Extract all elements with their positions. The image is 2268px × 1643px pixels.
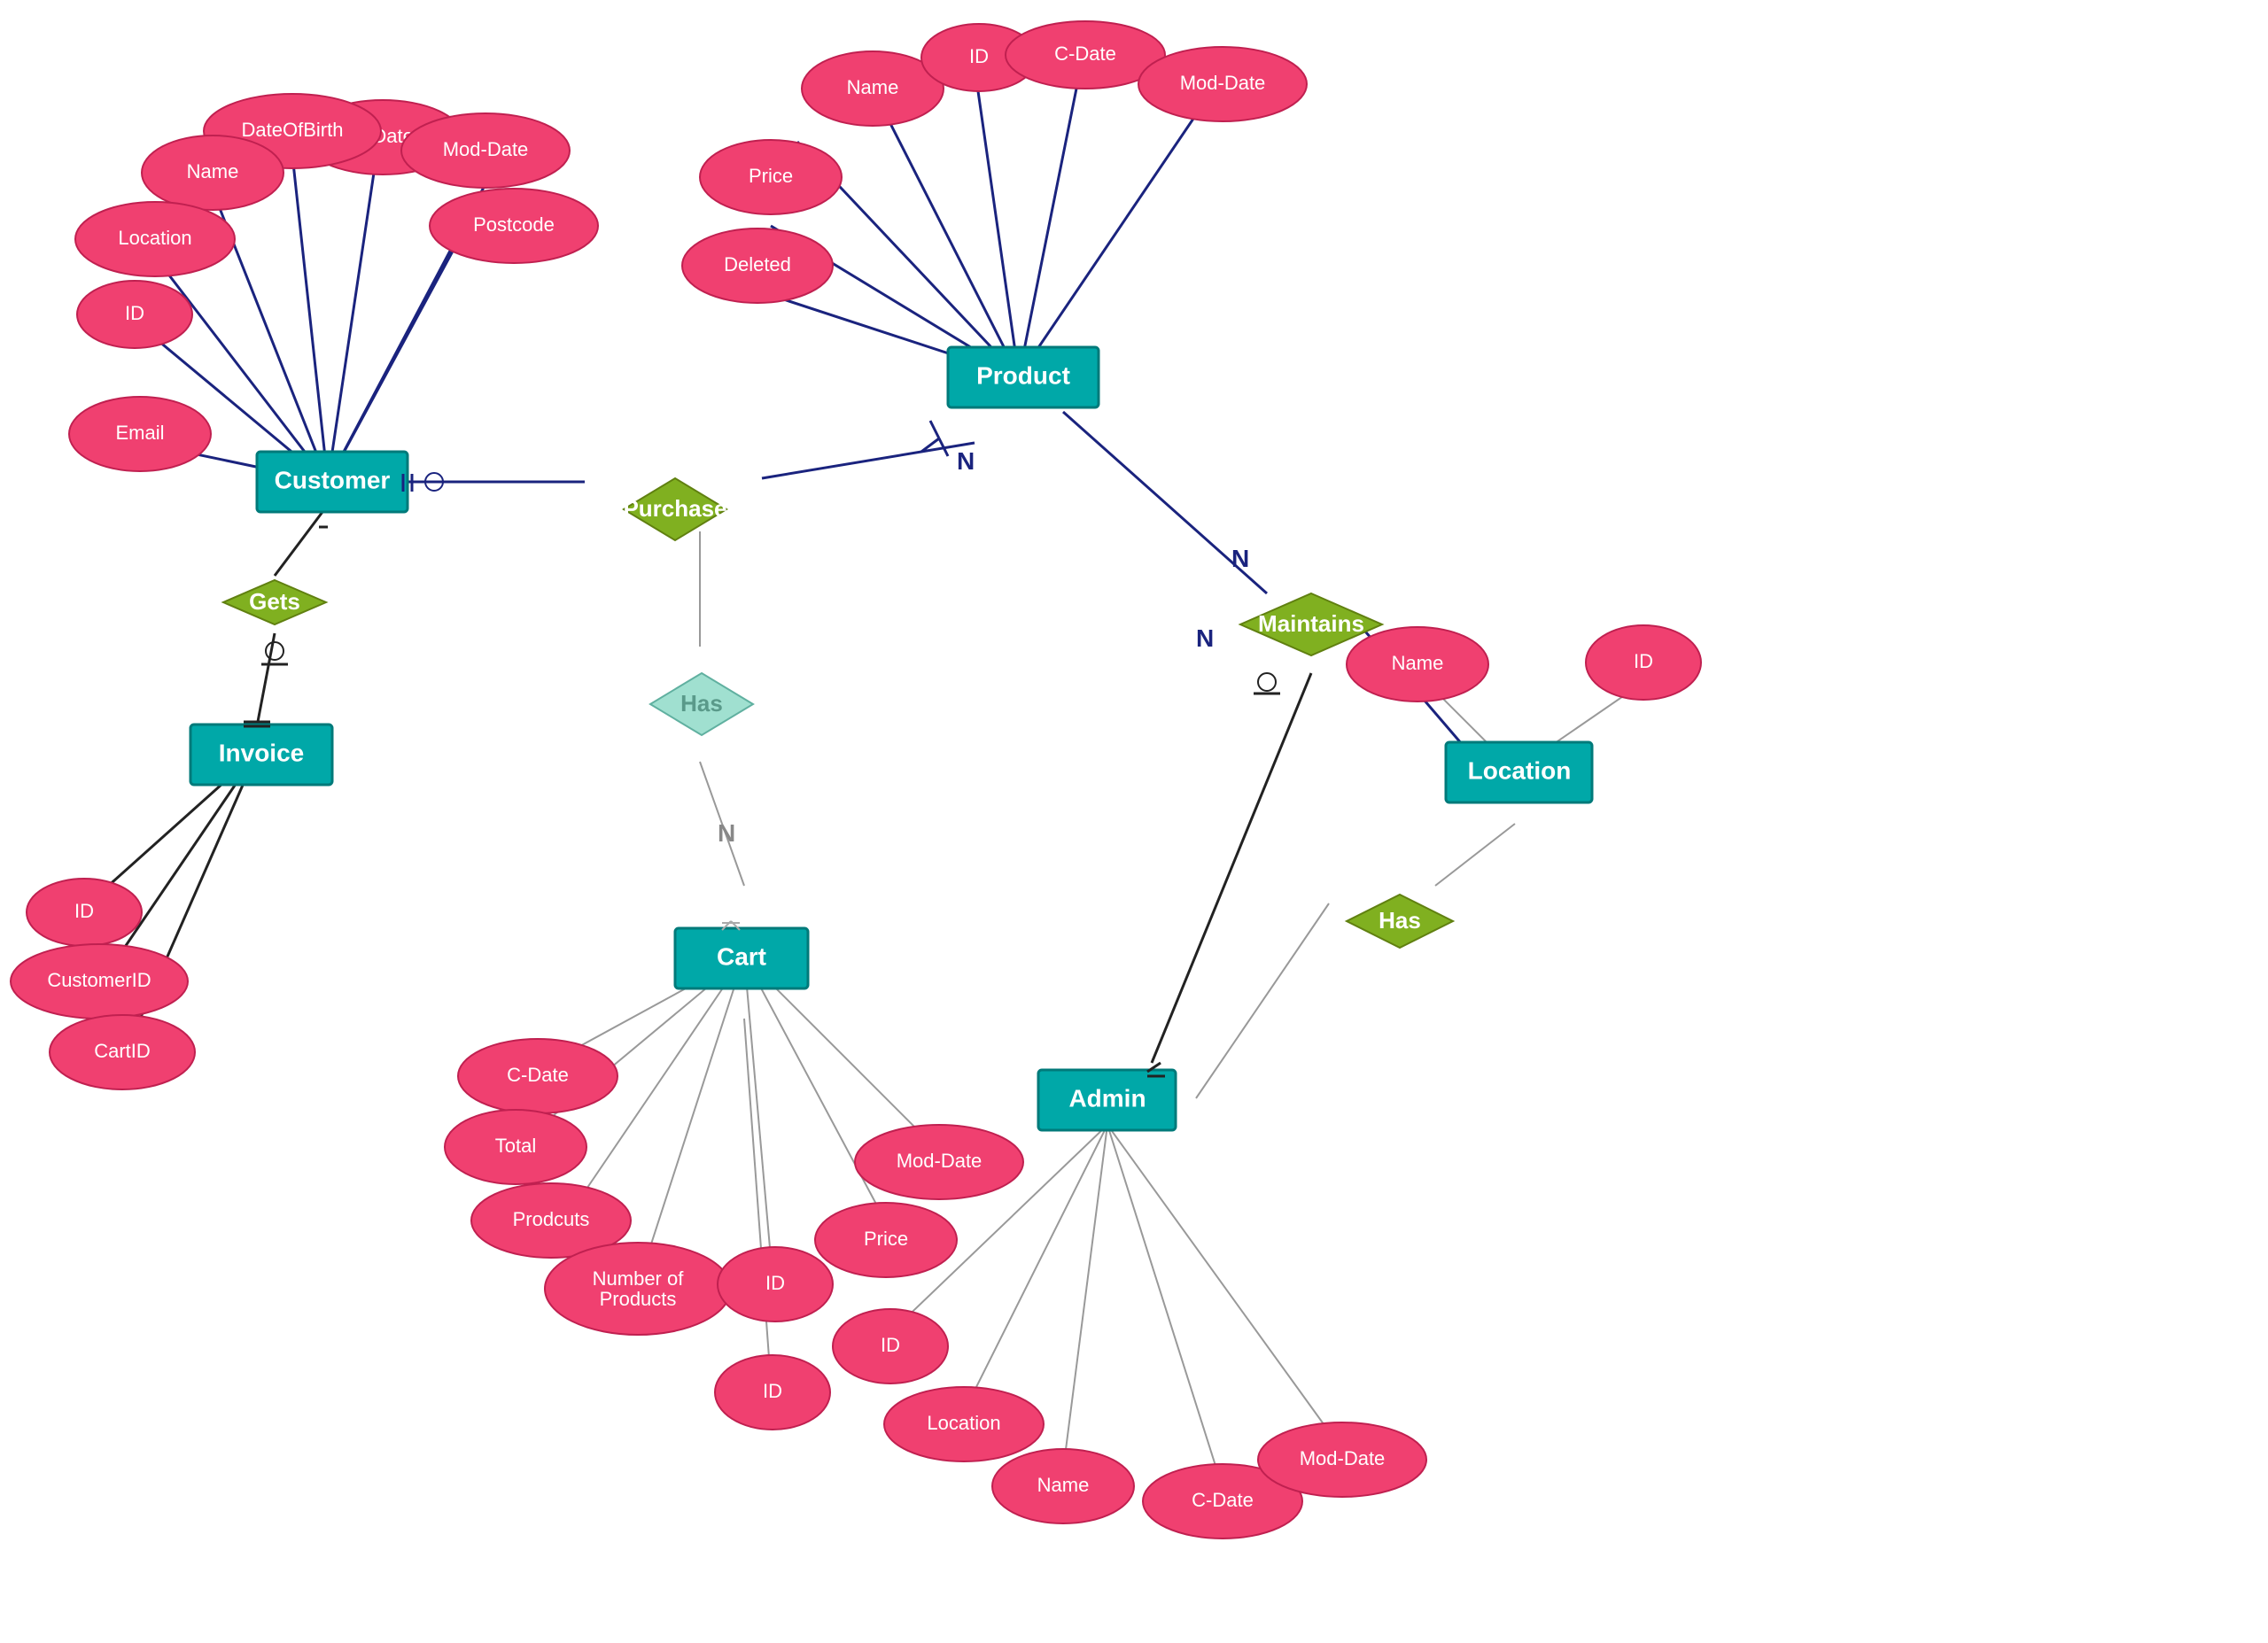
product-cdate-text: C-Date (1054, 43, 1116, 65)
maintains-label: Maintains (1258, 610, 1364, 637)
cart-label: Cart (717, 942, 766, 970)
invoice-customerid-text: CustomerID (47, 969, 151, 991)
customer-email-text: Email (115, 422, 164, 444)
n-label-maintains-admin: N (1196, 624, 1214, 652)
product-moddate-text: Mod-Date (1180, 72, 1266, 94)
customer-postcode-text: Postcode (473, 213, 555, 236)
product-deleted-text: Deleted (724, 253, 791, 275)
gets-label: Gets (249, 588, 300, 615)
cart-products-text: Prodcuts (513, 1208, 590, 1230)
product-name-text: Name (847, 76, 899, 98)
n-label-has-cart: N (718, 819, 735, 847)
product-price-text: Price (749, 165, 793, 187)
customer-id-text: ID (125, 302, 144, 324)
has-label: Has (680, 690, 723, 717)
has2-label: Has (1379, 907, 1421, 934)
admin-moddate-text: Mod-Date (1300, 1447, 1386, 1469)
cart-id2-text: ID (763, 1380, 782, 1402)
invoice-id-text: ID (74, 900, 94, 922)
purchase-label: Purchase (623, 495, 726, 522)
customer-moddate-text: Mod-Date (443, 138, 529, 160)
er-diagram: N N N N Customer Product Invoice Cart Ad… (0, 0, 2268, 1639)
n-label-purchase-product: N (957, 447, 975, 475)
location-name-text: Name (1392, 652, 1444, 674)
admin-label: Admin (1068, 1084, 1146, 1112)
cart-price-text: Price (864, 1228, 908, 1250)
customer-label: Customer (275, 466, 391, 493)
product-id-text: ID (969, 45, 989, 67)
invoice-label: Invoice (219, 739, 304, 766)
cart-numproducts-text: Number of (593, 1267, 685, 1290)
admin-location-text: Location (927, 1412, 1000, 1434)
customer-dob-text: DateOfBirth (242, 119, 344, 141)
cart-numproducts-text2: Products (600, 1288, 677, 1310)
cart-id-text: ID (765, 1272, 785, 1294)
product-label: Product (976, 361, 1070, 389)
invoice-cartid-text: CartID (94, 1040, 151, 1062)
customer-location-text: Location (118, 227, 191, 249)
admin-cdate-text: C-Date (1192, 1489, 1254, 1511)
n-label-maintains-product: N (1231, 545, 1249, 572)
customer-name-text: Name (187, 160, 239, 182)
admin-id-text: ID (881, 1334, 900, 1356)
cart-total-text: Total (495, 1135, 536, 1157)
admin-name-text: Name (1037, 1474, 1090, 1496)
cart-cdate-text: C-Date (507, 1064, 569, 1086)
cart-moddate-text: Mod-Date (897, 1150, 983, 1172)
location-label: Location (1468, 756, 1572, 784)
location-id-text: ID (1634, 650, 1653, 672)
